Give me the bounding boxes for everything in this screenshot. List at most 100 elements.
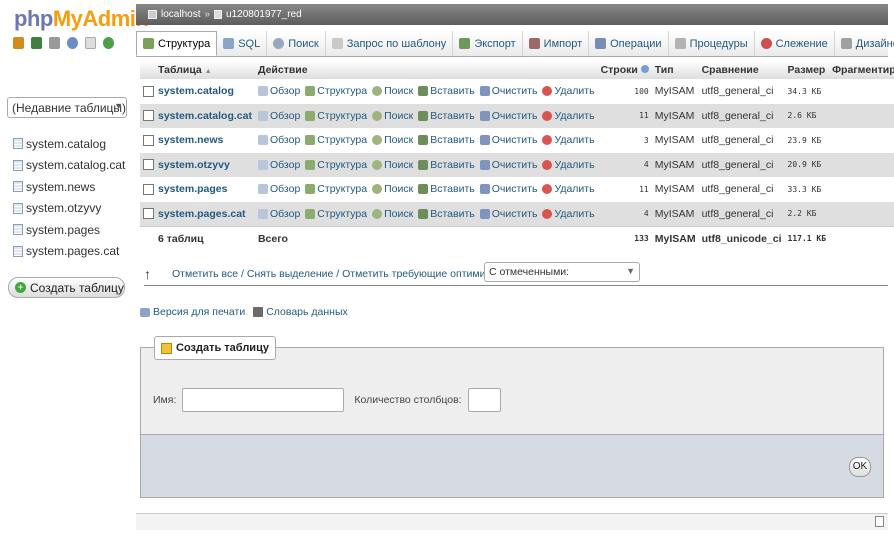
row-checkbox[interactable] <box>143 183 154 195</box>
search-icon <box>372 184 383 195</box>
reload-icon[interactable] <box>103 37 114 49</box>
table-name-link[interactable]: system.catalog <box>158 85 234 97</box>
header-table[interactable]: Таблица ▲ <box>140 61 255 79</box>
structure-action[interactable]: Структура <box>305 110 367 122</box>
insert-action[interactable]: Вставить <box>418 110 475 122</box>
header-size[interactable]: Размер <box>784 61 830 79</box>
recent-tables-select[interactable]: (Недавние таблицы) ▼ <box>7 97 127 118</box>
row-checkbox[interactable] <box>143 110 154 122</box>
drop-action[interactable]: Удалить <box>542 183 595 195</box>
nav-table-item[interactable]: system.pages.cat <box>13 241 125 263</box>
header-type[interactable]: Тип <box>651 61 699 79</box>
tab-routines[interactable]: Процедуры <box>669 31 755 56</box>
header-overhead[interactable]: Фрагментировано <box>829 61 894 79</box>
insert-action[interactable]: Вставить <box>418 183 475 195</box>
structure-action[interactable]: Структура <box>305 159 367 171</box>
data-dictionary-link[interactable]: Словарь данных <box>253 306 348 318</box>
structure-action[interactable]: Структура <box>305 134 367 146</box>
with-selected-select[interactable]: С отмеченными: ▼ <box>484 262 640 282</box>
ok-button[interactable]: OK <box>849 457 871 477</box>
tab-label: Запрос по шаблону <box>346 37 447 50</box>
empty-action[interactable]: Очистить <box>479 134 537 146</box>
nav-table-item[interactable]: system.catalog <box>13 133 125 155</box>
table-name-link[interactable]: system.pages <box>158 183 227 195</box>
type-cell: MyISAM <box>651 152 699 177</box>
insert-action[interactable]: Вставить <box>418 134 475 146</box>
tab-sql[interactable]: SQL <box>217 31 268 56</box>
empty-action[interactable]: Очистить <box>479 183 537 195</box>
row-checkbox[interactable] <box>143 159 154 171</box>
drop-icon <box>542 208 553 219</box>
structure-action[interactable]: Структура <box>305 85 367 97</box>
drop-icon <box>542 159 553 170</box>
console-toggle-icon[interactable] <box>875 516 884 527</box>
check-all-link[interactable]: Отметить все / Снять выделение / Отметит… <box>172 268 514 280</box>
search-action[interactable]: Поиск <box>372 159 413 171</box>
tab-import[interactable]: Импорт <box>523 31 590 56</box>
table-name-link[interactable]: system.catalog.cat <box>158 110 252 122</box>
chevron-down-icon: ▼ <box>626 266 635 276</box>
empty-action[interactable]: Очистить <box>479 85 537 97</box>
docs-icon[interactable] <box>67 37 78 49</box>
browse-action[interactable]: Обзор <box>257 159 300 171</box>
phpmyadmin-logo[interactable]: phpMyAdmin <box>14 6 149 32</box>
structure-action[interactable]: Структура <box>305 183 367 195</box>
structure-label: Структура <box>317 183 368 196</box>
search-action[interactable]: Поиск <box>372 183 413 195</box>
tab-search[interactable]: Поиск <box>267 31 326 56</box>
nav-table-item[interactable]: system.otzyvy <box>13 198 125 220</box>
empty-action[interactable]: Очистить <box>479 159 537 171</box>
browse-action[interactable]: Обзор <box>257 110 300 122</box>
table-name-link[interactable]: system.news <box>158 134 223 146</box>
tab-tracking[interactable]: Слежение <box>755 31 835 56</box>
tab-designer[interactable]: Дизайнер <box>835 31 894 56</box>
browse-icon <box>257 86 268 97</box>
search-action[interactable]: Поиск <box>372 208 413 220</box>
drop-action[interactable]: Удалить <box>542 110 595 122</box>
tab-operations[interactable]: Операции <box>589 31 669 56</box>
browse-action[interactable]: Обзор <box>257 134 300 146</box>
browse-action[interactable]: Обзор <box>257 208 300 220</box>
insert-action[interactable]: Вставить <box>418 208 475 220</box>
sql-query-icon[interactable] <box>49 37 60 49</box>
header-collation[interactable]: Сравнение <box>698 61 785 79</box>
browse-action[interactable]: Обзор <box>257 85 300 97</box>
row-checkbox[interactable] <box>143 134 154 146</box>
drop-action[interactable]: Удалить <box>542 134 595 146</box>
insert-action[interactable]: Вставить <box>418 159 475 171</box>
exit-icon[interactable] <box>31 37 42 49</box>
drop-action[interactable]: Удалить <box>542 208 595 220</box>
header-rows[interactable]: Строки <box>597 61 652 79</box>
columns-count-input[interactable] <box>467 388 501 412</box>
insert-action[interactable]: Вставить <box>418 85 475 97</box>
empty-action[interactable]: Очистить <box>479 110 537 122</box>
table-name-link[interactable]: system.pages.cat <box>158 208 246 220</box>
table-name-link[interactable]: system.otzyvy <box>158 159 230 171</box>
nav-table-item[interactable]: system.pages <box>13 219 125 241</box>
search-action[interactable]: Поиск <box>372 85 413 97</box>
search-action[interactable]: Поиск <box>372 110 413 122</box>
table-name-input[interactable] <box>182 388 345 412</box>
form-footer: OK <box>140 435 884 498</box>
help-icon[interactable] <box>85 37 96 49</box>
console-bar[interactable] <box>136 513 888 530</box>
home-icon[interactable] <box>13 37 24 49</box>
row-checkbox[interactable] <box>143 208 154 220</box>
empty-action[interactable]: Очистить <box>479 208 537 220</box>
help-icon[interactable] <box>640 65 649 73</box>
tab-structure[interactable]: Структура <box>136 31 218 56</box>
browse-action[interactable]: Обзор <box>257 183 300 195</box>
row-checkbox[interactable] <box>143 85 154 97</box>
drop-action[interactable]: Удалить <box>542 85 595 97</box>
create-table-button[interactable]: + Создать таблицу <box>8 277 125 298</box>
print-view-link[interactable]: Версия для печати <box>140 306 245 318</box>
nav-table-item[interactable]: system.catalog.cat <box>13 155 125 177</box>
breadcrumb-database[interactable]: u120801977_red <box>226 9 302 20</box>
tab-export[interactable]: Экспорт <box>453 31 523 56</box>
search-action[interactable]: Поиск <box>372 134 413 146</box>
breadcrumb-server[interactable]: localhost <box>161 9 200 20</box>
tab-query[interactable]: Запрос по шаблону <box>326 31 454 56</box>
structure-action[interactable]: Структура <box>305 208 367 220</box>
nav-table-item[interactable]: system.news <box>13 176 125 198</box>
drop-action[interactable]: Удалить <box>542 159 595 171</box>
